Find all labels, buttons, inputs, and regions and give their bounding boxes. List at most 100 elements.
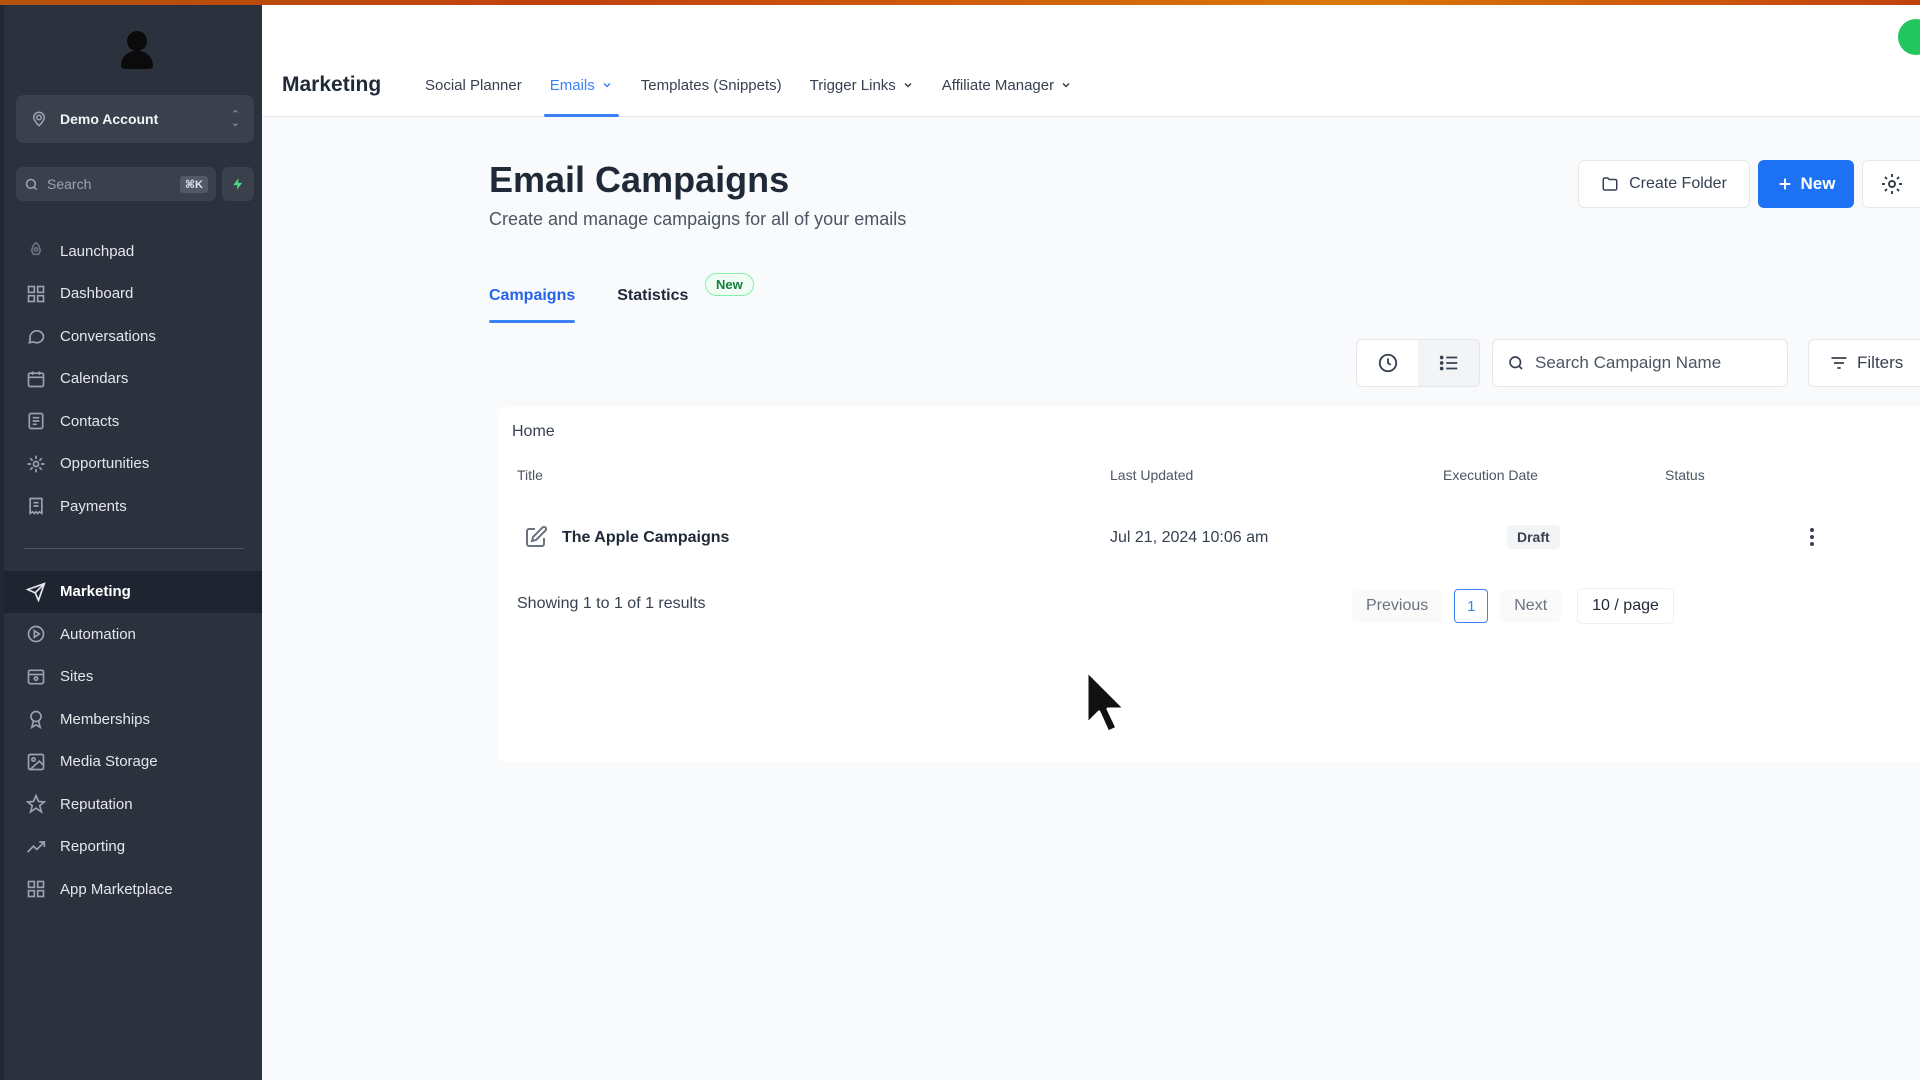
sidebar-item-dashboard[interactable]: Dashboard bbox=[4, 273, 262, 316]
calendar-icon bbox=[27, 371, 45, 388]
mouse-cursor-icon bbox=[1085, 669, 1127, 734]
user-avatar[interactable] bbox=[119, 31, 155, 75]
filter-icon bbox=[1831, 357, 1847, 369]
filters-button[interactable]: Filters bbox=[1808, 339, 1920, 387]
view-toggle bbox=[1356, 339, 1480, 387]
avatar-head bbox=[127, 31, 147, 51]
sidebar-item-label: Dashboard bbox=[60, 285, 134, 303]
sidebar-item-label: Calendars bbox=[60, 370, 129, 388]
topnav-affiliate-manager[interactable]: Affiliate Manager bbox=[928, 63, 1086, 117]
sidebar-item-label: Conversations bbox=[60, 327, 156, 345]
sidebar-item-launchpad[interactable]: Launchpad bbox=[4, 230, 262, 273]
topnav-templates[interactable]: Templates (Snippets) bbox=[627, 63, 796, 117]
topnav-emails[interactable]: Emails bbox=[536, 63, 627, 117]
sidebar-item-payments[interactable]: Payments bbox=[4, 485, 262, 528]
column-status: Status bbox=[1665, 467, 1705, 483]
account-switcher[interactable]: Demo Account ⌃ ⌄ bbox=[16, 95, 254, 143]
sidebar: Demo Account ⌃ ⌄ Search ⌘K Launchpad Dash… bbox=[0, 5, 262, 1080]
sidebar-item-label: Launchpad bbox=[60, 242, 135, 260]
create-folder-label: Create Folder bbox=[1629, 175, 1727, 192]
tab-statistics[interactable]: Statistics bbox=[617, 277, 688, 323]
new-label: New bbox=[1800, 174, 1836, 193]
sidebar-item-label: Media Storage bbox=[60, 753, 158, 771]
column-execution-date: Execution Date bbox=[1443, 467, 1538, 483]
topnav-trigger-links[interactable]: Trigger Links bbox=[796, 63, 928, 117]
previous-page-button[interactable]: Previous bbox=[1352, 589, 1443, 623]
top-nav: Social Planner Emails Templates (Snippet… bbox=[411, 63, 1086, 117]
sidebar-search-input[interactable]: Search ⌘K bbox=[16, 167, 216, 201]
breadcrumb[interactable]: Home bbox=[512, 423, 555, 441]
opportunities-icon bbox=[27, 455, 45, 473]
campaigns-table: Home Title Last Updated Execution Date S… bbox=[498, 407, 1920, 762]
sidebar-item-label: Opportunities bbox=[60, 455, 150, 473]
sidebar-item-label: Reporting bbox=[60, 838, 126, 856]
account-name: Demo Account bbox=[60, 111, 159, 127]
sidebar-item-memberships[interactable]: Memberships bbox=[4, 698, 262, 741]
sidebar-item-label: Marketing bbox=[60, 583, 131, 601]
sidebar-item-calendars[interactable]: Calendars bbox=[4, 358, 262, 401]
sidebar-item-reporting[interactable]: Reporting bbox=[4, 826, 262, 869]
star-icon bbox=[26, 794, 46, 815]
sidebar-item-label: App Marketplace bbox=[60, 880, 173, 898]
more-vertical-icon bbox=[1810, 528, 1814, 546]
sidebar-item-label: Sites bbox=[60, 668, 94, 686]
section-title: Marketing bbox=[282, 73, 382, 96]
grid-icon bbox=[27, 285, 45, 303]
plus-icon bbox=[1779, 178, 1790, 190]
quick-action-button[interactable] bbox=[222, 167, 254, 201]
sidebar-item-app-marketplace[interactable]: App Marketplace bbox=[4, 868, 262, 911]
image-icon bbox=[27, 753, 45, 771]
topnav-label: Emails bbox=[549, 76, 595, 94]
edit-icon[interactable] bbox=[524, 525, 548, 549]
page-title: Email Campaigns bbox=[489, 159, 790, 200]
row-actions-button[interactable] bbox=[1800, 523, 1824, 551]
column-title: Title bbox=[517, 467, 543, 483]
bolt-icon bbox=[233, 178, 243, 190]
topnav-label: Affiliate Manager bbox=[941, 76, 1055, 94]
campaign-title[interactable]: The Apple Campaigns bbox=[562, 529, 729, 547]
campaign-search-input[interactable] bbox=[1535, 353, 1775, 373]
new-campaign-button[interactable]: New bbox=[1758, 160, 1854, 208]
sidebar-item-media-storage[interactable]: Media Storage bbox=[4, 741, 262, 784]
updown-chevron-icon: ⌃ ⌄ bbox=[230, 109, 240, 129]
search-icon bbox=[25, 178, 38, 190]
sidebar-item-label: Contacts bbox=[60, 412, 120, 430]
status-badge: Draft bbox=[1507, 525, 1560, 549]
sidebar-item-label: Payments bbox=[60, 497, 127, 515]
sidebar-item-label: Automation bbox=[60, 625, 136, 643]
table-row[interactable]: The Apple Campaigns Jul 21, 2024 10:06 a… bbox=[498, 507, 1920, 571]
next-page-button[interactable]: Next bbox=[1500, 589, 1562, 623]
sidebar-item-reputation[interactable]: Reputation bbox=[4, 783, 262, 826]
gear-icon bbox=[1881, 174, 1902, 194]
topnav-label: Templates (Snippets) bbox=[640, 76, 782, 94]
status-indicator[interactable] bbox=[1898, 19, 1920, 55]
tab-campaigns[interactable]: Campaigns bbox=[489, 277, 576, 323]
create-folder-button[interactable]: Create Folder bbox=[1578, 160, 1750, 208]
campaign-last-updated: Jul 21, 2024 10:06 am bbox=[1110, 529, 1269, 546]
sidebar-item-conversations[interactable]: Conversations bbox=[4, 315, 262, 358]
campaign-search bbox=[1492, 339, 1788, 387]
topnav-social-planner[interactable]: Social Planner bbox=[411, 63, 536, 117]
topnav-label: Social Planner bbox=[425, 76, 522, 94]
list-view-button[interactable] bbox=[1418, 340, 1479, 386]
settings-button[interactable] bbox=[1862, 160, 1920, 208]
sidebar-item-opportunities[interactable]: Opportunities bbox=[4, 443, 262, 486]
top-navigation-bar: Marketing Social Planner Emails Template… bbox=[262, 5, 1920, 117]
main-content: Email Campaigns Create and manage campai… bbox=[262, 117, 1920, 1080]
search-shortcut: ⌘K bbox=[179, 175, 208, 193]
sidebar-item-automation[interactable]: Automation bbox=[4, 613, 262, 656]
page-size-select[interactable]: 10 / page bbox=[1577, 588, 1674, 624]
chevron-down-icon bbox=[1062, 82, 1070, 88]
rocket-icon bbox=[30, 241, 42, 256]
avatar-body bbox=[121, 51, 153, 69]
pagination: Previous 1 Next 10 / page bbox=[1352, 585, 1674, 627]
sites-icon bbox=[27, 669, 45, 685]
page-size-value: 10 / page bbox=[1592, 597, 1659, 614]
sidebar-item-contacts[interactable]: Contacts bbox=[4, 400, 262, 443]
sidebar-item-sites[interactable]: Sites bbox=[4, 656, 262, 699]
filters-label: Filters bbox=[1857, 353, 1904, 372]
page-number-button[interactable]: 1 bbox=[1454, 589, 1489, 623]
new-badge: New bbox=[705, 273, 754, 296]
recent-view-button[interactable] bbox=[1357, 340, 1418, 386]
sidebar-item-marketing[interactable]: Marketing bbox=[4, 570, 262, 613]
